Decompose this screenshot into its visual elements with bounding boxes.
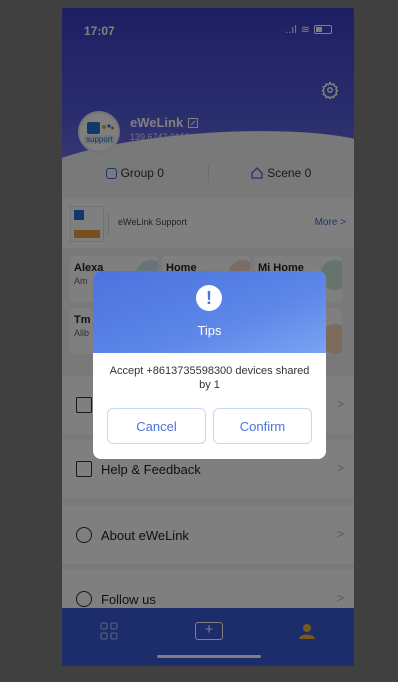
dialog-title: Tips	[197, 323, 222, 338]
share-dialog: ! Tips Accept +8613735598300 devices sha…	[93, 271, 326, 459]
confirm-button[interactable]: Confirm	[213, 408, 312, 444]
cancel-button[interactable]: Cancel	[107, 408, 206, 444]
exclamation-icon: !	[196, 285, 222, 311]
dialog-message: Accept +8613735598300 devices shared by …	[109, 365, 310, 391]
dialog-header: ! Tips	[93, 271, 326, 353]
